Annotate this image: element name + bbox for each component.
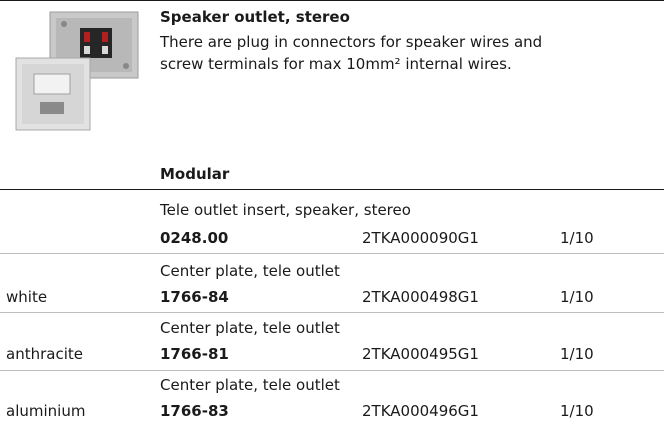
- row-type-number: 1766-83: [160, 402, 229, 420]
- row-type-number: 1766-81: [160, 345, 229, 363]
- row-color: anthracite: [6, 345, 83, 363]
- top-rule: [0, 0, 664, 1]
- row-order-number: 2TKA000090G1: [362, 229, 479, 247]
- row-description: Tele outlet insert, speaker, stereo: [160, 201, 411, 219]
- row-type-number: 0248.00: [160, 229, 229, 247]
- row-pack-quantity: 1/10: [560, 402, 594, 420]
- row-color: white: [6, 288, 48, 306]
- row-description: Center plate, tele outlet: [160, 262, 340, 280]
- row-order-number: 2TKA000498G1: [362, 288, 479, 306]
- row-color: aluminium: [6, 402, 86, 420]
- row-description: Center plate, tele outlet: [160, 376, 340, 394]
- row-order-number: 2TKA000496G1: [362, 402, 479, 420]
- row-type-number: 1766-84: [160, 288, 229, 306]
- row-divider: [0, 370, 664, 371]
- product-description-line-2: screw terminals for max 10mm² internal w…: [160, 55, 512, 73]
- row-order-number: 2TKA000495G1: [362, 345, 479, 363]
- row-pack-quantity: 1/10: [560, 345, 594, 363]
- section-rule: [0, 189, 664, 190]
- product-title: Speaker outlet, stereo: [160, 8, 350, 26]
- row-divider: [0, 312, 664, 313]
- row-pack-quantity: 1/10: [560, 288, 594, 306]
- speaker-outlet-image: [15, 11, 139, 131]
- row-description: Center plate, tele outlet: [160, 319, 340, 337]
- row-divider: [0, 253, 664, 254]
- row-pack-quantity: 1/10: [560, 229, 594, 247]
- section-title: Modular: [160, 165, 230, 183]
- product-description-line-1: There are plug in connectors for speaker…: [160, 33, 543, 51]
